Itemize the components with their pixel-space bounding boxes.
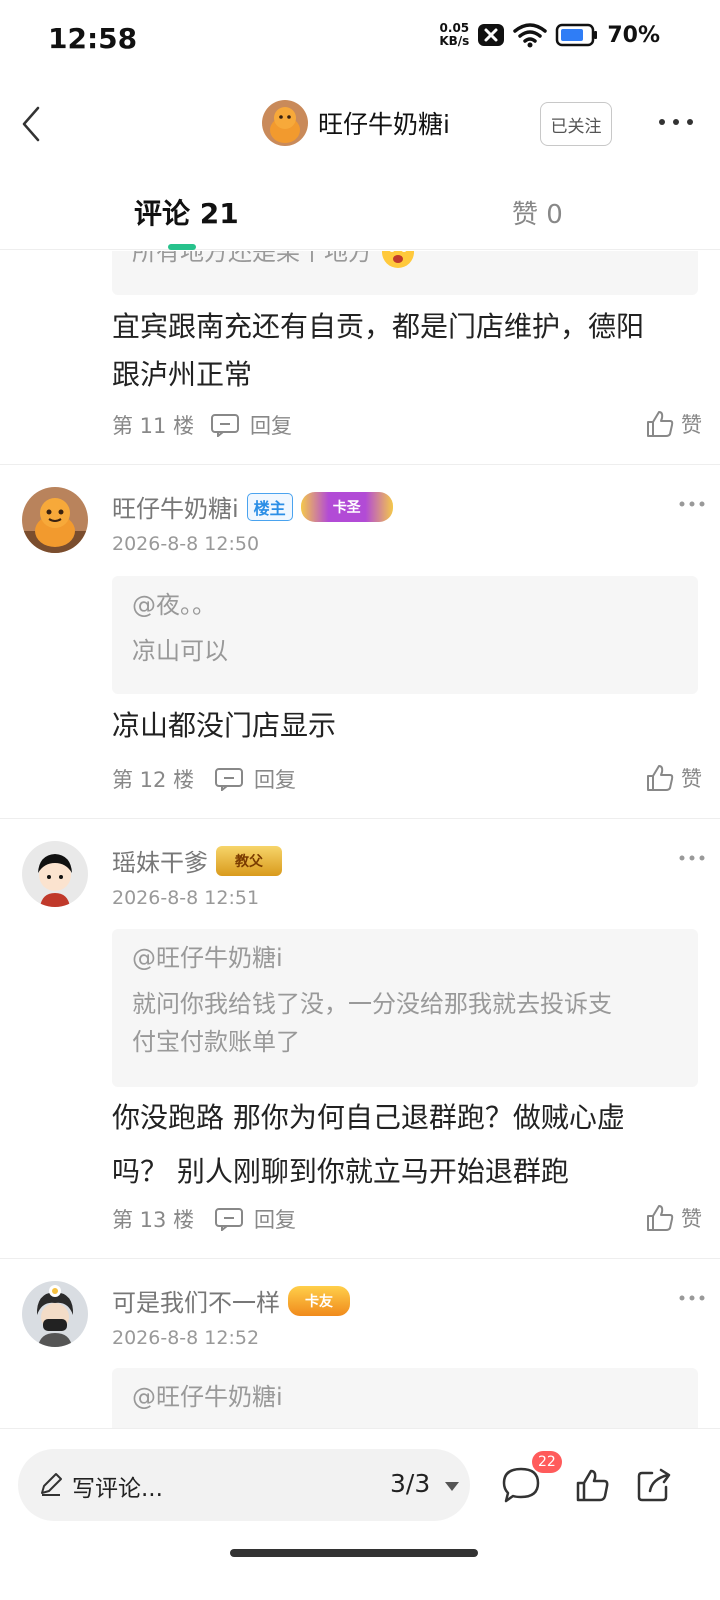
quote-text: 凉山可以	[132, 637, 228, 665]
comment-time: 2026-8-8 12:51	[112, 887, 260, 909]
quote-text: 就问你我给钱了没，一分没给那我就去投诉支	[132, 990, 612, 1018]
divider	[0, 818, 720, 819]
back-icon[interactable]	[14, 100, 50, 148]
thumb-up-icon	[647, 411, 674, 437]
write-comment-input[interactable]: 写评论... 3/3	[18, 1449, 470, 1521]
owner-badge: 楼主	[246, 492, 293, 521]
header-user[interactable]: 旺仔牛奶糖i	[262, 100, 450, 146]
thumb-up-icon	[647, 1205, 674, 1231]
header-user-name: 旺仔牛奶糖i	[318, 110, 450, 139]
follow-button[interactable]: 已关注	[540, 102, 612, 146]
reply-icon	[215, 768, 243, 791]
comment-feed[interactable]: 所有地方还是某个地方 宜宾跟南充还有自贡，都是门店维护，德阳 跟泸州正常 第 1…	[0, 251, 720, 1459]
reply-button[interactable]: 回复	[214, 764, 296, 794]
comment-text: 你没跑路 那你为何自己退群跑？做贼心虚 吗？ 别人刚聊到你就立马开始退群跑	[112, 1101, 625, 1188]
comment-time: 2026-8-8 12:50	[112, 533, 260, 555]
thumb-up-icon	[647, 765, 674, 791]
page-indicator[interactable]: 3/3	[390, 1469, 430, 1498]
avatar[interactable]	[22, 487, 88, 553]
quote-text: 所有地方还是某个地方	[132, 251, 678, 271]
reply-label: 回复	[250, 414, 292, 438]
nav-bar: 旺仔牛奶糖i 已关注	[0, 88, 720, 160]
reply-button[interactable]: 回复	[210, 410, 292, 440]
quote-user: @旺仔牛奶糖i	[132, 944, 283, 972]
like-button[interactable]: 赞	[645, 1203, 702, 1233]
comment-header: 可是我们不一样 卡友 2026-8-8 12:52	[22, 1281, 712, 1361]
floor-number: 第 11 楼	[112, 414, 195, 438]
like-label: 赞	[681, 413, 702, 437]
share-icon[interactable]	[636, 1467, 672, 1503]
quote-text: 付宝付款账单了	[132, 1028, 300, 1056]
like-button[interactable]: 赞	[645, 763, 702, 793]
battery-icon	[556, 23, 598, 47]
comment-meta: 第 13 楼 回复 赞	[112, 1199, 702, 1239]
author-line: 瑶妹干爹 教父	[112, 843, 282, 878]
divider	[0, 1258, 720, 1259]
more-icon[interactable]	[678, 499, 706, 509]
quote-user: @旺仔牛奶糖i	[132, 1383, 283, 1411]
net-speed-unit: KB/s	[439, 34, 470, 48]
quote-box[interactable]: @夜。。 凉山可以	[112, 576, 698, 694]
comment-text: 宜宾跟南充还有自贡，都是门店维护，德阳 跟泸州正常	[112, 310, 645, 391]
comment-header: 旺仔牛奶糖i 楼主 卡圣 2026-8-8 12:50	[22, 487, 712, 567]
bottom-bar: 写评论... 3/3 22	[0, 1428, 720, 1600]
comment-count-badge: 22	[532, 1451, 562, 1473]
like-label: 赞	[681, 1207, 702, 1231]
pencil-icon	[41, 1473, 62, 1496]
net-speed: 0.05 KB/s	[439, 22, 469, 48]
tabs: 评论 21 赞 0	[0, 180, 720, 250]
status-time: 12:58	[48, 22, 138, 55]
reply-icon	[211, 414, 239, 437]
author-name[interactable]: 可是我们不一样	[112, 1283, 280, 1318]
status-bar: 12:58 0.05 KB/s 70%	[0, 0, 720, 80]
emoji-icon	[382, 251, 414, 268]
comment-time: 2026-8-8 12:52	[112, 1327, 260, 1349]
comment-text: 凉山都没门店显示	[112, 709, 337, 742]
more-icon[interactable]	[678, 1293, 706, 1303]
comment-meta: 第 11 楼 回复 赞	[112, 405, 702, 445]
rank-badge: 教父	[216, 845, 282, 876]
floor-number: 第 12 楼	[112, 768, 195, 792]
more-icon[interactable]	[678, 853, 706, 863]
avatar[interactable]	[22, 1281, 88, 1347]
rank-badge: 卡圣	[300, 491, 393, 522]
avatar[interactable]	[22, 841, 88, 907]
caret-down-icon[interactable]	[444, 1480, 460, 1492]
reply-button[interactable]: 回复	[214, 1204, 296, 1234]
tab-likes[interactable]: 赞 0	[512, 194, 563, 231]
author-line: 旺仔牛奶糖i 楼主 卡圣	[112, 489, 393, 524]
write-comment-placeholder: 写评论...	[72, 1476, 163, 1502]
author-line: 可是我们不一样 卡友	[112, 1283, 350, 1318]
reply-label: 回复	[254, 768, 296, 792]
reply-icon	[215, 1208, 243, 1231]
status-icons: 0.05 KB/s 70%	[439, 22, 660, 48]
divider	[0, 464, 720, 465]
floor-number: 第 13 楼	[112, 1208, 195, 1232]
home-indicator[interactable]	[230, 1549, 478, 1557]
thumb-up-icon[interactable]	[574, 1467, 610, 1503]
author-name[interactable]: 旺仔牛奶糖i	[112, 489, 239, 524]
battery-percent: 70%	[607, 22, 660, 48]
avatar	[262, 100, 308, 146]
wifi-icon	[513, 23, 548, 48]
tab-indicator	[168, 244, 196, 250]
notification-x-icon	[478, 24, 505, 46]
quote-box[interactable]: @旺仔牛奶糖i 就问你我给钱了没，一分没给那我就去投诉支 付宝付款账单了	[112, 929, 698, 1087]
tab-comments[interactable]: 评论 21	[134, 192, 239, 232]
comment-meta: 第 12 楼 回复 赞	[112, 759, 702, 799]
quote-box: 所有地方还是某个地方	[112, 251, 698, 295]
rank-badge: 卡友	[288, 1285, 350, 1316]
quote-user: @夜。。	[132, 591, 216, 619]
like-button[interactable]: 赞	[645, 409, 702, 439]
reply-label: 回复	[254, 1208, 296, 1232]
more-icon[interactable]	[656, 112, 696, 132]
author-name[interactable]: 瑶妹干爹	[112, 843, 208, 878]
like-label: 赞	[681, 767, 702, 791]
comment-header: 瑶妹干爹 教父 2026-8-8 12:51	[22, 841, 712, 921]
